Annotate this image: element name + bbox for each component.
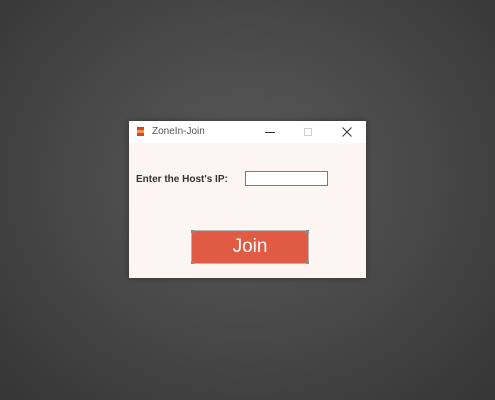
join-window: ZoneIn-Join Enter the Host's IP: Join	[129, 121, 366, 278]
window-title: ZoneIn-Join	[152, 126, 205, 137]
join-button[interactable]: Join	[191, 230, 309, 264]
button-corner-handle	[191, 261, 194, 264]
host-ip-input[interactable]	[245, 171, 328, 186]
button-corner-handle	[191, 230, 194, 233]
close-icon	[342, 127, 352, 137]
close-button[interactable]	[332, 121, 362, 143]
maximize-button[interactable]	[293, 121, 323, 143]
maximize-icon	[304, 128, 312, 136]
minimize-icon	[265, 132, 275, 133]
minimize-button[interactable]	[255, 121, 285, 143]
button-corner-handle	[306, 261, 309, 264]
title-bar[interactable]: ZoneIn-Join	[129, 121, 366, 143]
host-ip-label: Enter the Host's IP:	[136, 174, 228, 185]
join-button-label: Join	[232, 236, 268, 257]
button-corner-handle	[306, 230, 309, 233]
app-icon	[137, 127, 144, 136]
